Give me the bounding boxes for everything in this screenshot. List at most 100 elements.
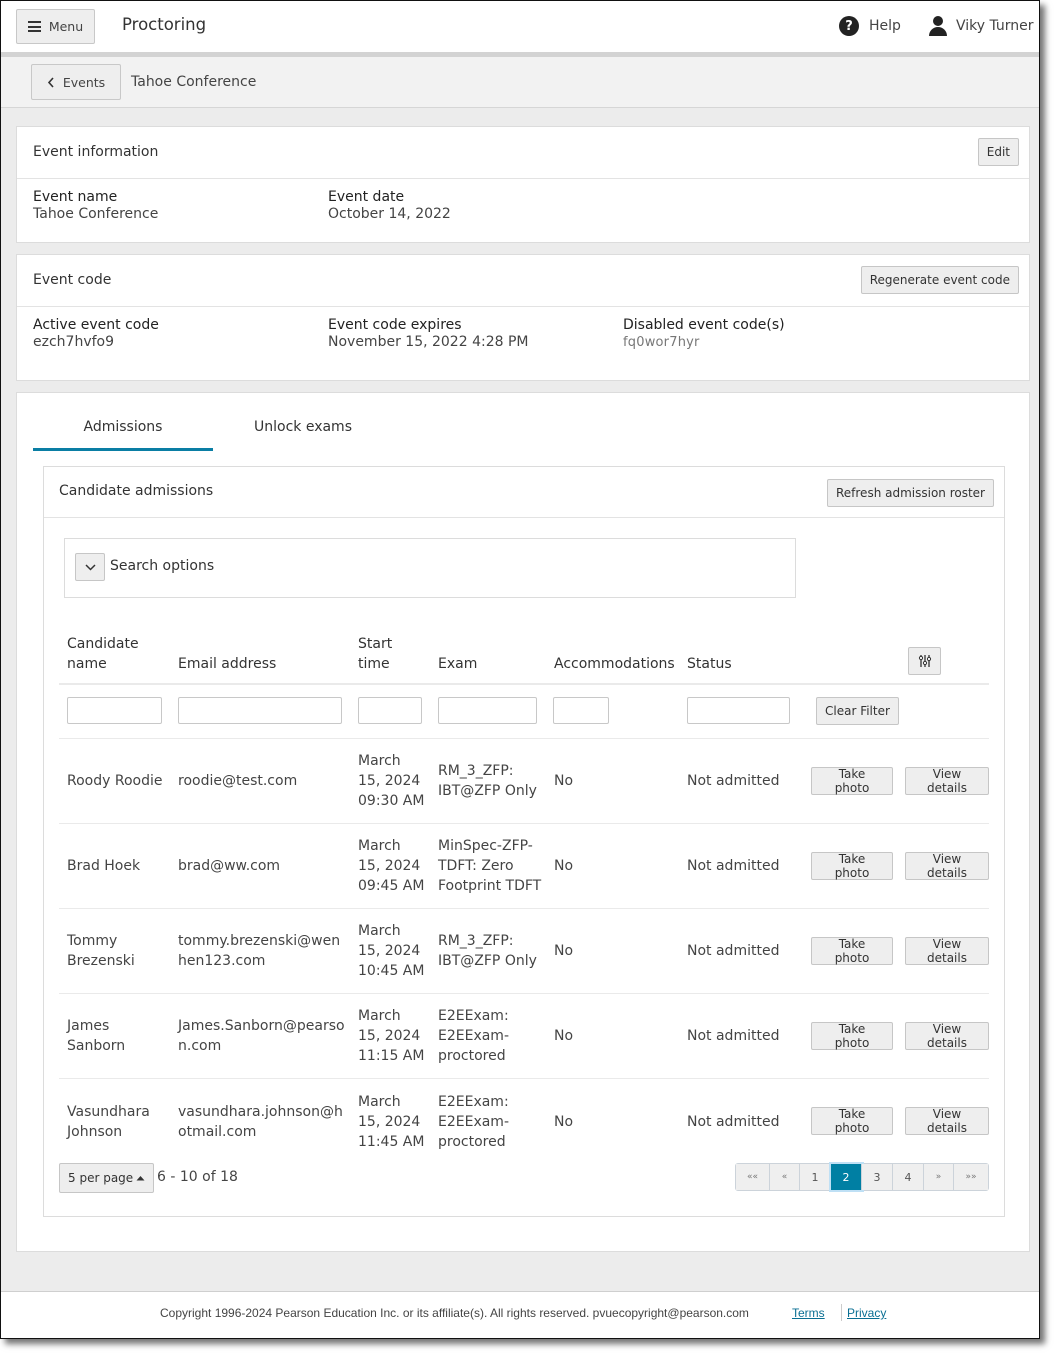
view-details-button[interactable]: View details bbox=[905, 937, 989, 965]
footer: Copyright 1996-2024 Pearson Education In… bbox=[1, 1291, 1039, 1338]
candidate-name-cell: Roody Roodie bbox=[67, 773, 163, 789]
table-header: Candidate name Email address Start time Ex… bbox=[59, 627, 989, 685]
candidate-admissions-header: Candidate admissions Refresh admission r… bbox=[44, 467, 1004, 518]
active-event-code-field: Active event code ezch7hvfo9 bbox=[33, 317, 159, 351]
refresh-admission-roster-button[interactable]: Refresh admission roster bbox=[826, 479, 994, 507]
user-name: Viky Turner bbox=[956, 18, 1034, 34]
app-window: Menu Proctoring ? Help Viky Turner Event… bbox=[0, 0, 1040, 1339]
accommodations-cell: No bbox=[554, 1028, 574, 1044]
clear-filter-button[interactable]: Clear Filter bbox=[816, 697, 899, 725]
column-header-status[interactable]: Status bbox=[687, 654, 732, 674]
event-name-label: Event name bbox=[33, 189, 118, 205]
help-link[interactable]: ? Help bbox=[839, 16, 901, 36]
column-header-email-address[interactable]: Email address bbox=[178, 654, 276, 674]
last-page-button[interactable]: »» bbox=[954, 1164, 988, 1190]
event-code-header: Event code Regenerate event code bbox=[17, 255, 1029, 307]
chevron-down-icon bbox=[84, 563, 96, 571]
menu-button[interactable]: Menu bbox=[16, 9, 95, 44]
column-header-exam[interactable]: Exam bbox=[438, 654, 477, 674]
page-button[interactable]: 4 bbox=[893, 1164, 924, 1190]
table-row: Roody Roodie roodie@test.com March 15, 2024… bbox=[59, 739, 989, 824]
table-row: Tommy Brezenski tommy.brezenski@wen hen123.… bbox=[59, 909, 989, 994]
table-row: Brad Hoek brad@ww.com March 15, 2024 09:45 A… bbox=[59, 824, 989, 909]
exam-cell: E2EExam: E2EExam-proctored bbox=[438, 1093, 509, 1150]
column-settings-button[interactable] bbox=[908, 647, 941, 675]
email-cell: roodie@test.com bbox=[178, 773, 298, 789]
view-details-button[interactable]: View details bbox=[905, 1022, 989, 1050]
view-details-button[interactable]: View details bbox=[905, 852, 989, 880]
pagination-bar: 5 per page 6 - 10 of 18 «« « 1234 » »» bbox=[59, 1162, 989, 1195]
column-header-candidate-name[interactable]: Candidate name bbox=[67, 634, 139, 674]
sliders-icon bbox=[918, 655, 931, 667]
active-event-code-value: ezch7hvfo9 bbox=[33, 334, 114, 350]
accommodations-cell: No bbox=[554, 943, 574, 959]
active-event-code-label: Active event code bbox=[33, 317, 159, 333]
page-button[interactable]: 2 bbox=[829, 1162, 864, 1192]
search-options-label[interactable]: Search options bbox=[110, 558, 214, 574]
page-button[interactable]: 1 bbox=[800, 1164, 831, 1190]
exam-cell: MinSpec-ZFP- TDFT: Zero Footprint TDFT bbox=[438, 838, 542, 894]
take-photo-button[interactable]: Take photo bbox=[811, 852, 893, 880]
tab-unlock-exams[interactable]: Unlock exams bbox=[213, 407, 393, 451]
view-details-button[interactable]: View details bbox=[905, 1107, 989, 1135]
privacy-link[interactable]: Privacy bbox=[847, 1306, 886, 1320]
edit-button[interactable]: Edit bbox=[977, 138, 1019, 166]
page-button[interactable]: 3 bbox=[862, 1164, 893, 1190]
candidate-admissions-title: Candidate admissions bbox=[59, 483, 214, 499]
candidate-name-cell: Tommy Brezenski bbox=[67, 933, 135, 969]
take-photo-button[interactable]: Take photo bbox=[811, 767, 893, 795]
back-label: Events bbox=[62, 74, 106, 90]
first-page-button[interactable]: «« bbox=[736, 1164, 770, 1190]
caret-up-icon bbox=[136, 1176, 145, 1181]
help-icon: ? bbox=[839, 16, 859, 36]
event-name-field: Event name Tahoe Conference bbox=[33, 189, 158, 223]
next-page-button[interactable]: » bbox=[924, 1164, 954, 1190]
search-options-panel: Search options bbox=[64, 538, 796, 598]
take-photo-button[interactable]: Take photo bbox=[811, 1107, 893, 1135]
event-code-expires-value: November 15, 2022 4:28 PM bbox=[328, 334, 529, 350]
table-row: Vasundhara Johnson vasundhara.johnson@h otm… bbox=[59, 1079, 989, 1164]
start-time-cell: March 15, 2024 10:45 AM bbox=[358, 923, 425, 979]
search-options-toggle[interactable] bbox=[75, 553, 105, 581]
breadcrumb: Events Tahoe Conference bbox=[1, 57, 1039, 108]
previous-page-button[interactable]: « bbox=[770, 1164, 800, 1190]
terms-link[interactable]: Terms bbox=[792, 1306, 825, 1320]
filter-start-time-input[interactable] bbox=[358, 697, 422, 724]
copyright-text: Copyright 1996-2024 Pearson Education In… bbox=[160, 1306, 749, 1320]
column-header-accommodations[interactable]: Accommodations bbox=[554, 654, 675, 674]
take-photo-button[interactable]: Take photo bbox=[811, 937, 893, 965]
exam-cell: RM_3_ZFP: IBT@ZFP Only bbox=[438, 763, 537, 799]
take-photo-button[interactable]: Take photo bbox=[811, 1022, 893, 1050]
table-row: James Sanborn James.Sanborn@pearso n.com Mar… bbox=[59, 994, 989, 1079]
filter-email-input[interactable] bbox=[178, 697, 342, 724]
user-icon bbox=[929, 16, 947, 36]
filter-exam-input[interactable] bbox=[438, 697, 537, 724]
event-date-label: Event date bbox=[328, 189, 405, 205]
event-information-header: Event information Edit bbox=[17, 127, 1029, 179]
top-header: Menu Proctoring ? Help Viky Turner bbox=[1, 1, 1039, 57]
view-details-button[interactable]: View details bbox=[905, 767, 989, 795]
hamburger-icon bbox=[27, 21, 41, 32]
accommodations-cell: No bbox=[554, 1113, 574, 1130]
filter-candidate-name-input[interactable] bbox=[67, 697, 162, 724]
regenerate-event-code-button[interactable]: Regenerate event code bbox=[860, 266, 1019, 294]
filter-accommodations-input[interactable] bbox=[553, 697, 609, 724]
start-time-cell: March 15, 2024 09:45 AM bbox=[358, 838, 425, 894]
start-time-cell: March 15, 2024 11:45 AM bbox=[358, 1093, 425, 1150]
event-code-expires-field: Event code expires November 15, 2022 4:2… bbox=[328, 317, 528, 351]
candidate-name-cell: Brad Hoek bbox=[67, 858, 141, 874]
disabled-event-codes-label: Disabled event code(s) bbox=[623, 317, 785, 333]
event-information-title: Event information bbox=[33, 144, 159, 160]
per-page-select[interactable]: 5 per page bbox=[59, 1163, 155, 1193]
back-to-events-button[interactable]: Events bbox=[31, 64, 121, 100]
email-cell: vasundhara.johnson@h otmail.com bbox=[178, 1103, 343, 1140]
exam-cell: RM_3_ZFP: IBT@ZFP Only bbox=[438, 933, 537, 969]
user-menu[interactable]: Viky Turner bbox=[929, 16, 1034, 36]
menu-label: Menu bbox=[48, 19, 84, 34]
event-code-card: Event code Regenerate event code Active … bbox=[16, 254, 1030, 381]
event-code-expires-label: Event code expires bbox=[328, 317, 462, 333]
column-header-start-time[interactable]: Start time bbox=[358, 634, 392, 674]
help-label: Help bbox=[869, 18, 901, 34]
tab-admissions[interactable]: Admissions bbox=[33, 407, 213, 451]
filter-status-input[interactable] bbox=[687, 697, 790, 724]
